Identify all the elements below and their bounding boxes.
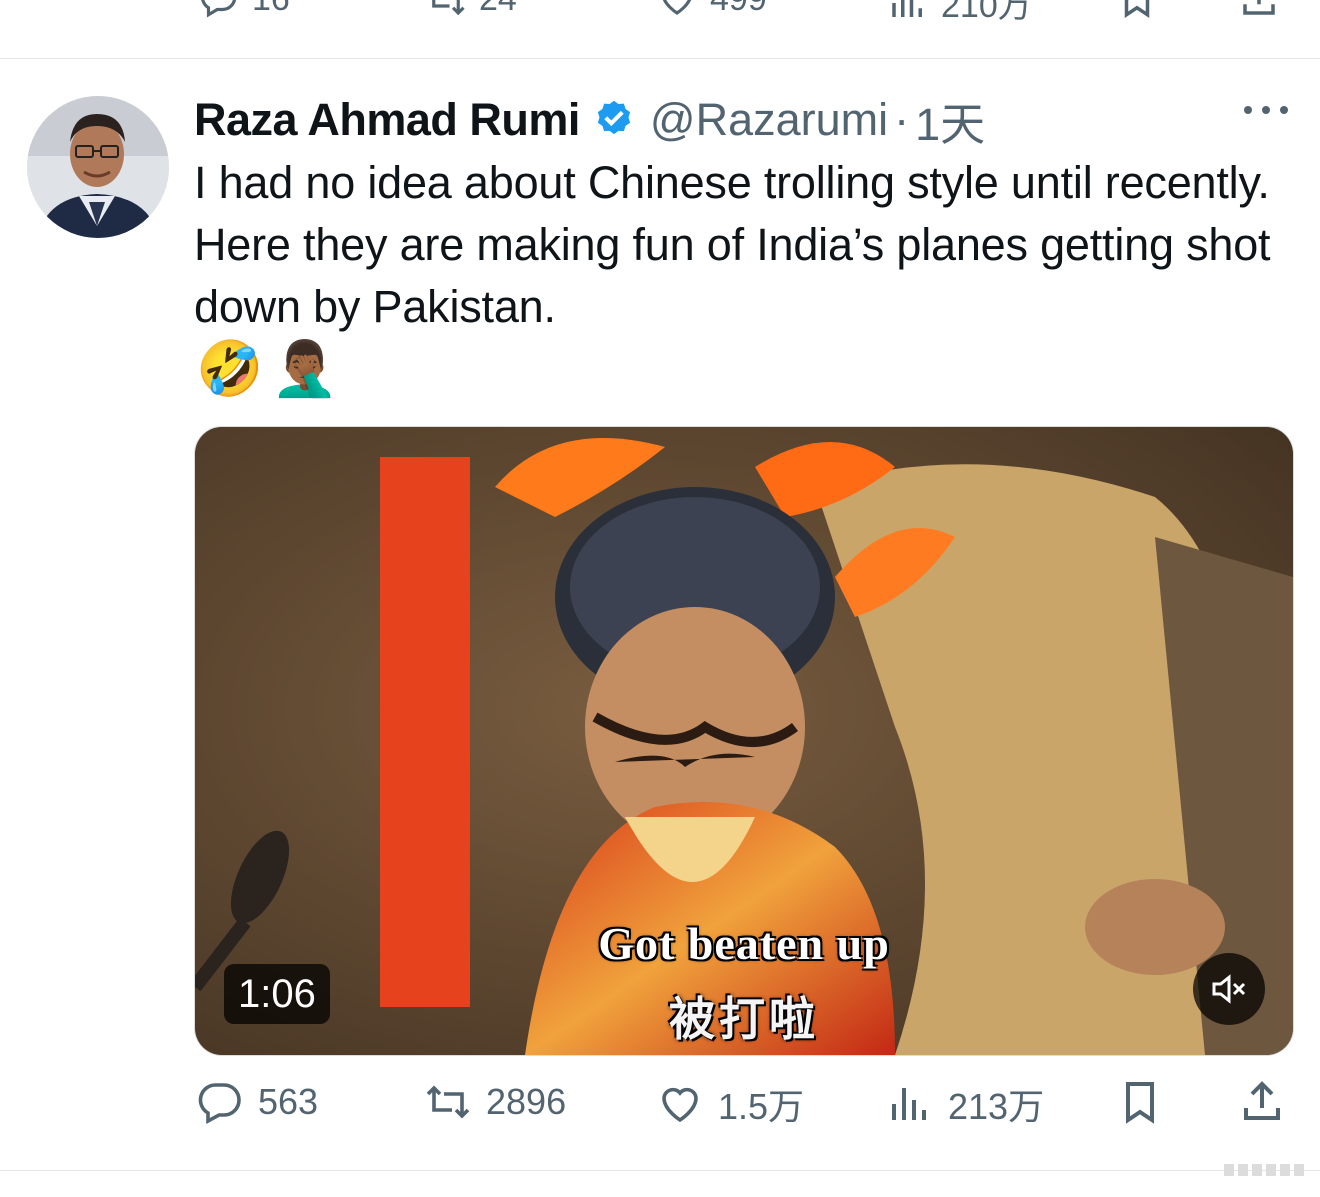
video-player[interactable]: Got beaten up 被打啦 1:06 [194, 426, 1294, 1056]
views-icon [892, 0, 922, 17]
reply-icon [198, 1083, 241, 1125]
like-count: 1.5万 [718, 1086, 805, 1127]
share-icon [1243, 0, 1275, 15]
views-button[interactable]: 213万 [886, 1078, 1044, 1130]
bookmark-icon [1126, 1082, 1154, 1124]
prev-reply-button[interactable]: 16 [198, 0, 290, 20]
video-duration: 1:06 [224, 964, 330, 1024]
views-icon [892, 1088, 926, 1120]
watermark-pattern [1224, 1164, 1304, 1176]
tweet-action-bar: 563 2896 1.5万 213万 [0, 1078, 1320, 1138]
prev-retweet-button[interactable]: 24 [425, 0, 517, 20]
facepalm-emoji: 🤦🏾‍♂️ [271, 339, 339, 399]
tweet[interactable]: Raza Ahmad Rumi @Razarumi · 1天 I had no … [0, 60, 1320, 1170]
bookmark-icon [1124, 0, 1150, 19]
tweet-emojis: 🤣 🤦🏾‍♂️ [196, 337, 339, 401]
reply-icon [201, 0, 237, 18]
prev-retweet-count: 24 [479, 0, 517, 19]
retweet-count: 2896 [486, 1081, 567, 1122]
prev-reply-count: 16 [252, 0, 290, 19]
rofl-emoji: 🤣 [196, 339, 264, 399]
prev-views-count: 210万 [941, 0, 1032, 25]
prev-views-button[interactable]: 210万 [887, 0, 1032, 27]
like-icon [662, 1087, 698, 1123]
tweet-divider [0, 1170, 1320, 1171]
subtitle-english: Got beaten up [598, 918, 890, 969]
retweet-icon [426, 1085, 470, 1119]
bookmark-button[interactable] [1116, 1078, 1164, 1126]
subtitle-chinese: 被打啦 [669, 993, 819, 1045]
like-icon [662, 0, 692, 15]
previous-tweet-action-bar: 16 24 499 210万 [0, 0, 1320, 59]
prev-like-count: 499 [710, 0, 767, 19]
author-name[interactable]: Raza Ahmad Rumi [194, 94, 580, 146]
verified-badge-icon [597, 100, 631, 135]
author-handle[interactable]: @Razarumi [650, 94, 888, 146]
views-count: 213万 [948, 1086, 1045, 1127]
more-icon[interactable] [1242, 100, 1290, 120]
separator-dot: · [894, 94, 910, 145]
tweet-time[interactable]: 1天 [915, 88, 985, 153]
tweet-text: I had no idea about Chinese trolling sty… [194, 157, 1271, 332]
share-icon [1244, 1081, 1280, 1120]
reply-count: 563 [258, 1081, 319, 1122]
retweet-icon [432, 0, 465, 16]
share-button[interactable] [1238, 1078, 1286, 1126]
prev-like-button[interactable]: 499 [656, 0, 767, 20]
avatar[interactable] [27, 96, 169, 238]
retweet-button[interactable]: 2896 [424, 1078, 566, 1126]
reply-button[interactable]: 563 [196, 1078, 318, 1126]
like-button[interactable]: 1.5万 [656, 1078, 804, 1130]
prev-bookmark-button[interactable] [1116, 0, 1158, 20]
mute-button[interactable] [1193, 953, 1265, 1025]
prev-share-button[interactable] [1238, 0, 1280, 20]
mute-icon [1212, 974, 1246, 1004]
tweet-header: Raza Ahmad Rumi @Razarumi · 1天 [194, 90, 985, 150]
